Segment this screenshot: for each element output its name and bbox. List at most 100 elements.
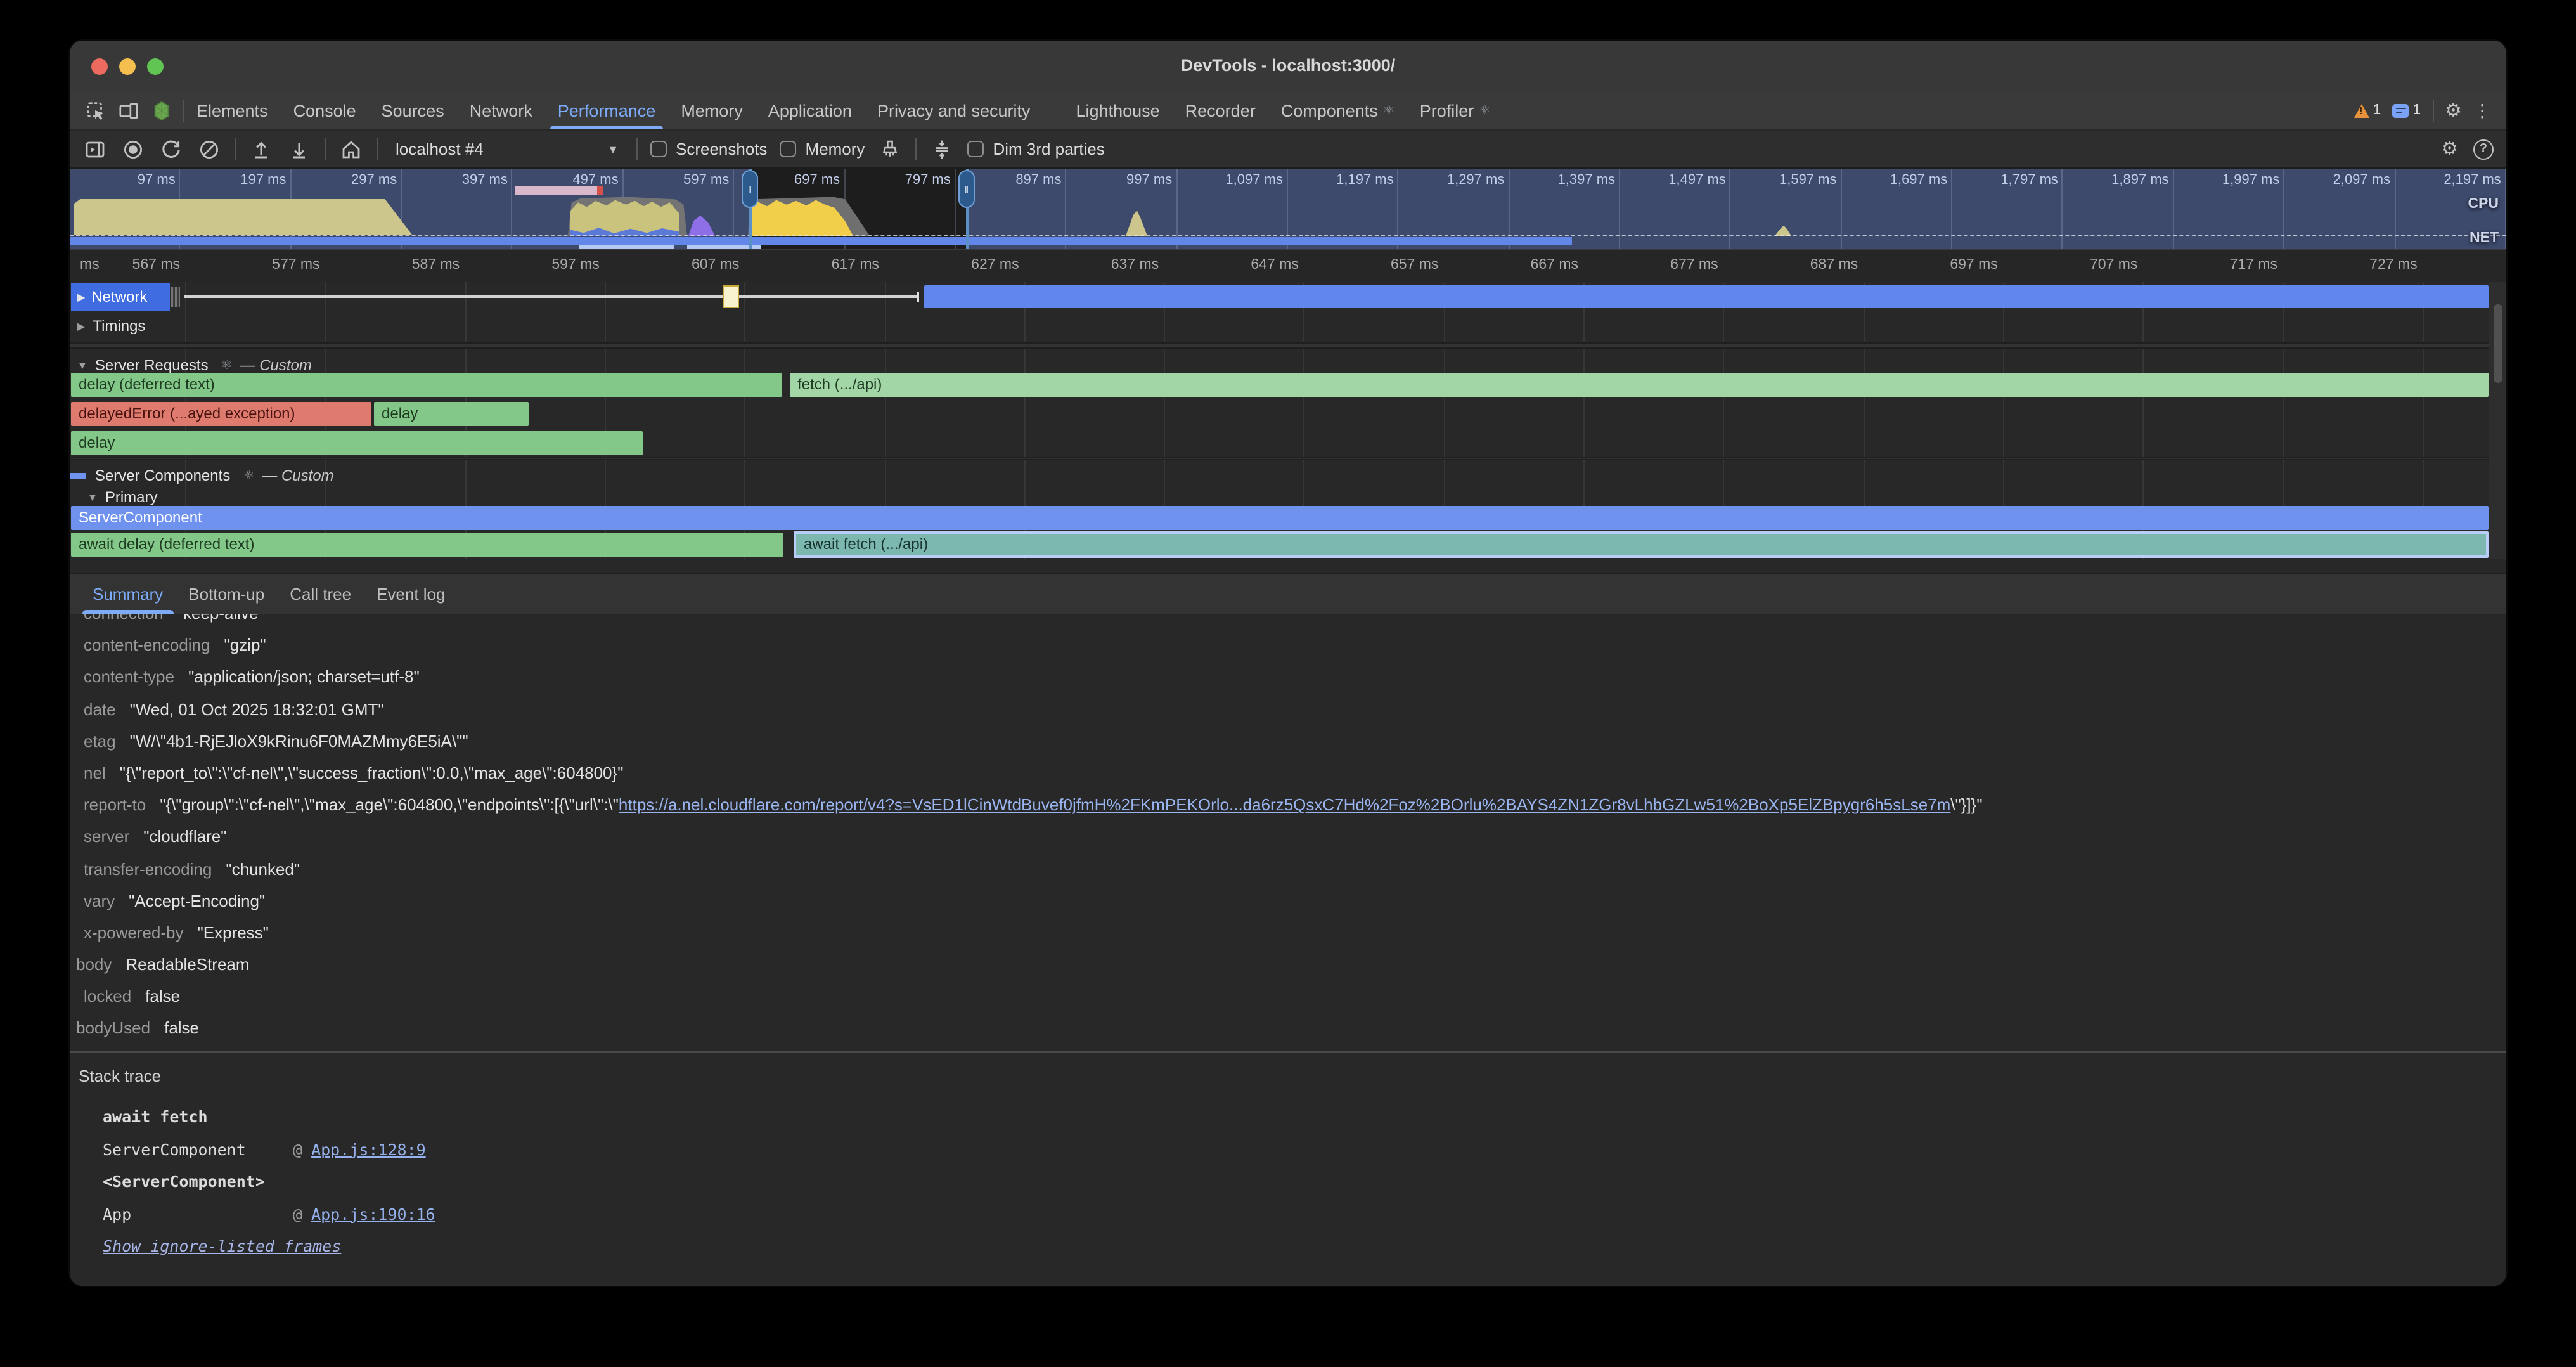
summary-key: locked bbox=[84, 987, 131, 1006]
react-badge-icon: ⚛ bbox=[243, 469, 254, 483]
overview-tick: 1,997 ms bbox=[2174, 169, 2285, 249]
track-divider bbox=[70, 457, 2506, 460]
event-bar-await-delay-deferred-text[interactable]: await delay (deferred text) bbox=[71, 533, 783, 557]
event-bar-servercomponent[interactable]: ServerComponent bbox=[71, 506, 2489, 530]
dim-3rd-parties-checkbox[interactable] bbox=[967, 141, 984, 157]
event-bar-delayederror-ayed-exception[interactable]: delayedError (...ayed exception) bbox=[71, 402, 371, 426]
tab-console[interactable]: Console bbox=[281, 91, 369, 129]
tab-recorder[interactable]: Recorder bbox=[1173, 91, 1268, 129]
load-profile-icon[interactable] bbox=[248, 135, 274, 163]
tab-elements[interactable]: Elements bbox=[184, 91, 281, 129]
summary-value: false bbox=[145, 987, 180, 1006]
settings-gear-icon[interactable]: ⚙ bbox=[2445, 101, 2462, 120]
issues-indicator[interactable]: 1 bbox=[2392, 103, 2421, 118]
reload-record-icon[interactable] bbox=[158, 135, 184, 163]
flame-chart[interactable]: ms 567 ms577 ms587 ms597 ms607 ms617 ms6… bbox=[70, 249, 2506, 559]
network-request-tick bbox=[917, 292, 919, 302]
dim-3rd-parties-checkbox-group[interactable]: Dim 3rd parties bbox=[967, 139, 1104, 159]
event-bar-delay[interactable]: delay bbox=[374, 402, 529, 426]
tab-performance[interactable]: Performance bbox=[545, 91, 669, 129]
summary-key: bodyUsed bbox=[76, 1019, 150, 1038]
overview-network-subbar bbox=[579, 244, 674, 249]
server-components-row-2: await delay (deferred text) await fetch (… bbox=[70, 531, 2506, 559]
event-bar-await-fetch-api[interactable]: await fetch (.../api) bbox=[794, 531, 2489, 558]
tabbar-tools bbox=[70, 100, 183, 121]
show-ignore-listed-frames-link[interactable]: Show ignore-listed frames bbox=[103, 1236, 341, 1255]
toggle-sidebar-icon[interactable] bbox=[82, 135, 108, 163]
performance-toolbar: localhost #4 ▼ Screenshots Memory Dim 3 bbox=[70, 131, 2506, 169]
tab-label: Privacy and security bbox=[877, 101, 1031, 120]
selection-left-handle[interactable]: ‖ bbox=[742, 170, 758, 208]
memory-checkbox-group[interactable]: Memory bbox=[780, 139, 865, 159]
summary-row-nel: nel"{\"report_to\":\"cf-nel\",\"success_… bbox=[70, 757, 2506, 789]
devtools-window: DevTools - localhost:3000/ ElementsConso… bbox=[70, 41, 2506, 1286]
tab-network[interactable]: Network bbox=[457, 91, 545, 129]
summary-key: x-powered-by bbox=[84, 923, 184, 942]
cpu-baseline bbox=[70, 235, 2506, 236]
timings-track-row[interactable]: ▶ Timings bbox=[70, 312, 2506, 340]
track-color-notch bbox=[70, 473, 86, 479]
toggle-device-toolbar-icon[interactable] bbox=[118, 100, 139, 121]
tab-memory[interactable]: Memory bbox=[668, 91, 756, 129]
event-bar-delay[interactable]: delay bbox=[71, 431, 643, 455]
network-track-header[interactable]: ▶ Network bbox=[71, 283, 170, 311]
frame-source-link[interactable]: App.js:128:9 bbox=[311, 1139, 426, 1158]
tab-label: Sources bbox=[382, 101, 444, 120]
track-resize-grip[interactable] bbox=[171, 287, 180, 307]
record-icon[interactable] bbox=[120, 135, 146, 163]
clear-icon[interactable] bbox=[196, 135, 222, 163]
ruler-tick-label: 677 ms bbox=[1617, 257, 1718, 273]
save-profile-icon[interactable] bbox=[287, 135, 312, 163]
tab-privacy-and-security[interactable]: Privacy and security bbox=[865, 91, 1043, 129]
timeline-overview[interactable]: 97 ms197 ms297 ms397 ms497 ms597 ms697 m… bbox=[70, 169, 2506, 249]
timings-track-label: Timings bbox=[93, 317, 145, 335]
event-label: await delay (deferred text) bbox=[79, 535, 254, 553]
tab-label: Application bbox=[768, 101, 852, 120]
details-tab-label: Call tree bbox=[290, 585, 351, 604]
event-label: delay bbox=[382, 405, 418, 422]
warnings-indicator[interactable]: 1 bbox=[2354, 103, 2381, 118]
tab-lighthouse[interactable]: Lighthouse bbox=[1064, 91, 1173, 129]
event-bar-delay-deferred-text[interactable]: delay (deferred text) bbox=[71, 373, 782, 397]
collect-garbage-icon[interactable] bbox=[877, 135, 903, 163]
summary-key: nel bbox=[84, 763, 106, 782]
network-request-line bbox=[184, 295, 919, 298]
selection-right-handle[interactable]: ‖ bbox=[958, 170, 975, 208]
stack-trace-heading: Stack trace bbox=[79, 1066, 2506, 1085]
summary-row-date: date"Wed, 01 Oct 2025 18:32:01 GMT" bbox=[70, 693, 2506, 725]
details-tab-bottom-up[interactable]: Bottom-up bbox=[176, 574, 277, 614]
capture-settings-gear-icon[interactable]: ⚙ bbox=[2441, 139, 2458, 159]
scrollbar-thumb[interactable] bbox=[2493, 304, 2502, 383]
tab-sources[interactable]: Sources bbox=[369, 91, 457, 129]
tab-label: Console bbox=[293, 101, 356, 120]
memory-checkbox[interactable] bbox=[780, 141, 797, 157]
home-icon[interactable] bbox=[338, 135, 364, 163]
details-tab-event-log[interactable]: Event log bbox=[364, 574, 458, 614]
summary-value: "Wed, 01 Oct 2025 18:32:01 GMT" bbox=[130, 699, 384, 718]
screenshots-checkbox-group[interactable]: Screenshots bbox=[650, 139, 768, 159]
event-bar-fetch-api[interactable]: fetch (.../api) bbox=[790, 373, 2489, 397]
frame-source-link[interactable]: App.js:190:16 bbox=[311, 1204, 435, 1223]
inspect-element-icon[interactable] bbox=[85, 100, 106, 121]
profile-select[interactable]: localhost #4 ▼ bbox=[390, 139, 624, 159]
screenshots-checkbox[interactable] bbox=[650, 141, 667, 157]
tab-application[interactable]: Application bbox=[756, 91, 865, 129]
summary-link[interactable]: https://a.nel.cloudflare.com/report/v4?s… bbox=[619, 795, 1950, 814]
network-request-bar[interactable] bbox=[924, 285, 2489, 308]
tab-profiler[interactable]: Profiler⚛ bbox=[1407, 91, 1503, 129]
summary-key: report-to bbox=[84, 795, 146, 814]
extension-icon[interactable] bbox=[151, 100, 172, 121]
network-event-marker[interactable] bbox=[723, 285, 739, 308]
chevron-down-icon: ▼ bbox=[607, 143, 619, 155]
more-options-kebab-icon[interactable]: ⋮ bbox=[2473, 100, 2491, 121]
tab-label: Components bbox=[1281, 101, 1378, 120]
compress-timeline-icon[interactable] bbox=[929, 135, 955, 163]
help-icon[interactable]: ? bbox=[2473, 139, 2494, 159]
details-tab-call-tree[interactable]: Call tree bbox=[277, 574, 364, 614]
details-tab-summary[interactable]: Summary bbox=[80, 574, 176, 614]
summary-value: "cloudflare" bbox=[143, 827, 226, 846]
frame-name: await fetch bbox=[103, 1101, 293, 1133]
tab-components[interactable]: Components⚛ bbox=[1268, 91, 1407, 129]
event-label: delay (deferred text) bbox=[79, 375, 215, 393]
network-track-row: ▶ Network bbox=[70, 283, 2506, 311]
